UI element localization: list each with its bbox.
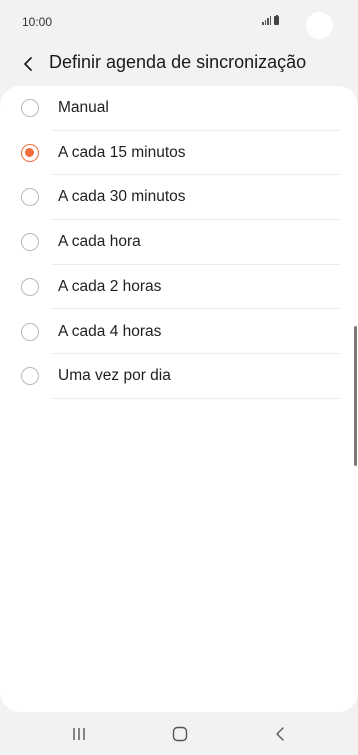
back-button[interactable] — [14, 50, 42, 78]
status-bar: 10:00 — [0, 0, 358, 44]
home-button[interactable] — [160, 720, 200, 748]
back-icon — [276, 727, 284, 741]
option-30-minutes[interactable]: A cada 30 minutos — [0, 175, 358, 221]
page-title: Definir agenda de sincronização — [49, 52, 307, 72]
option-15-minutes[interactable]: A cada 15 minutos — [0, 131, 358, 176]
radio-button[interactable] — [21, 233, 39, 252]
option-label: A cada hora — [58, 233, 141, 251]
option-hourly[interactable]: A cada hora — [0, 220, 358, 265]
radio-button[interactable] — [21, 322, 39, 341]
option-label: A cada 15 minutos — [58, 143, 186, 161]
option-label: Uma vez por dia — [58, 367, 171, 385]
option-label: A cada 2 horas — [58, 277, 162, 295]
divider — [51, 397, 340, 399]
option-manual[interactable]: Manual — [0, 86, 358, 131]
signal-icon — [262, 15, 271, 25]
status-icons — [262, 14, 279, 25]
option-label: A cada 30 minutos — [58, 188, 186, 206]
radio-button-selected[interactable] — [21, 143, 39, 162]
header: Definir agenda de sincronização — [0, 44, 358, 84]
option-2-hours[interactable]: A cada 2 horas — [0, 265, 358, 310]
option-label: A cada 4 horas — [58, 322, 162, 340]
option-4-hours[interactable]: A cada 4 horas — [0, 310, 358, 355]
options-card: Manual A cada 15 minutos A cada 30 minut… — [0, 86, 358, 712]
camera-cutout — [306, 12, 333, 39]
home-icon — [172, 726, 188, 742]
recent-apps-icon — [73, 728, 85, 740]
radio-button[interactable] — [21, 367, 39, 386]
navigation-bar — [0, 712, 358, 755]
nav-back-button[interactable] — [260, 720, 300, 748]
chevron-left-icon — [24, 57, 32, 71]
radio-button[interactable] — [21, 188, 39, 207]
option-once-a-day[interactable]: Uma vez por dia — [0, 354, 358, 399]
recent-apps-button[interactable] — [59, 720, 99, 748]
option-label: Manual — [58, 99, 109, 116]
radio-button[interactable] — [21, 99, 39, 117]
radio-button[interactable] — [21, 277, 39, 296]
scrollbar[interactable] — [354, 326, 357, 466]
battery-icon — [274, 14, 279, 25]
status-time: 10:00 — [22, 15, 53, 29]
